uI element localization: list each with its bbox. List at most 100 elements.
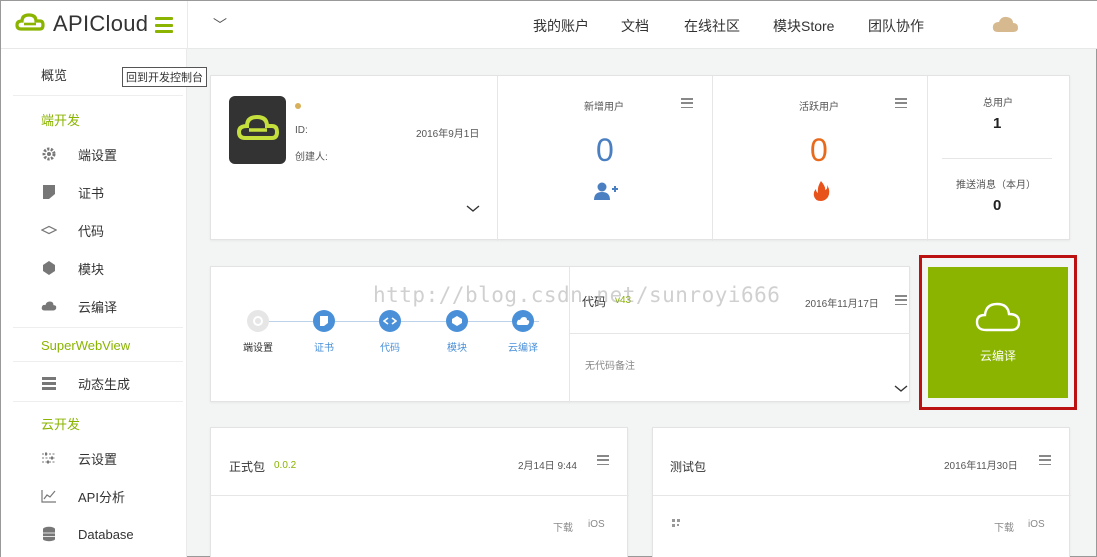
database-icon <box>41 526 57 542</box>
step-module-icon[interactable] <box>446 310 468 332</box>
nav-community[interactable]: 在线社区 <box>684 16 740 36</box>
step-label: 代码 <box>380 343 400 354</box>
test-package-card: 测试包 2016年11月30日 下载 iOS <box>652 427 1071 557</box>
top-bar: APICloud ﹀ 我的账户 文档 在线社区 模块Store 团队协作 <box>1 1 1097 49</box>
step-code-icon[interactable] <box>379 310 401 332</box>
qrcode-icon[interactable] <box>672 519 680 527</box>
sidebar-item-code[interactable]: 代码 <box>1 211 187 249</box>
divider <box>13 95 183 96</box>
user-avatar-icon[interactable] <box>991 14 1019 34</box>
gear-icon <box>41 146 57 162</box>
app-switcher-chevron-down-icon[interactable]: ﹀ <box>213 15 227 35</box>
fire-icon <box>813 181 830 201</box>
chevron-down-icon[interactable] <box>466 205 480 213</box>
divider <box>653 495 1071 496</box>
menu-icon[interactable] <box>895 295 907 305</box>
sidebar-item-api-analytics[interactable]: API分析 <box>1 477 187 515</box>
cloud-icon <box>975 302 1021 332</box>
sidebar-item-dynamic-gen[interactable]: 动态生成 <box>1 364 187 402</box>
divider <box>569 267 570 403</box>
menu-icon[interactable] <box>597 455 609 465</box>
divider <box>497 76 498 241</box>
sidebar-item-label: 动态生成 <box>78 376 131 392</box>
code-version: v43 <box>615 295 632 306</box>
sidebar-item-database[interactable]: Database <box>1 515 187 553</box>
test-download-link[interactable]: 下载 <box>994 519 1014 534</box>
step-label: 模块 <box>447 343 467 354</box>
tooltip-back-to-console: 回到开发控制台 <box>122 67 207 87</box>
release-platform: iOS <box>588 519 605 530</box>
sidebar-item-label: 概览 <box>41 67 68 83</box>
divider <box>570 333 910 334</box>
menu-icon[interactable] <box>895 98 907 108</box>
sidebar-item-app-settings[interactable]: 端设置 <box>1 135 187 173</box>
new-users-value: 0 <box>596 132 614 168</box>
apicloud-logo-icon <box>15 13 45 31</box>
app-overview-card: ID: 2016年9月1日 创建人: 新增用户 0 活跃用户 0 总用户 1 推… <box>210 75 1070 241</box>
step-label: 证书 <box>314 343 334 354</box>
code-title: 代码 <box>582 295 607 309</box>
certificate-icon <box>41 184 57 200</box>
new-users-label: 新增用户 <box>584 102 624 113</box>
total-users-label: 总用户 <box>983 98 1013 109</box>
test-platform: iOS <box>1028 519 1045 530</box>
add-user-icon <box>594 182 618 200</box>
sidebar-item-label: API分析 <box>78 489 125 505</box>
chevron-down-icon[interactable] <box>894 385 908 393</box>
sidebar-item-label: 证书 <box>78 185 105 201</box>
push-messages-label: 推送消息（本月） <box>956 180 1036 191</box>
step-label: 端设置 <box>243 343 273 354</box>
divider <box>211 495 629 496</box>
release-pkg-version: 0.0.2 <box>274 460 297 471</box>
cloud-icon <box>41 298 57 314</box>
sliders-icon <box>41 450 57 466</box>
app-icon <box>229 96 286 164</box>
test-pkg-date: 2016年11月30日 <box>944 461 1018 472</box>
nav-module-store[interactable]: 模块Store <box>773 16 834 36</box>
release-package-card: 正式包 0.0.2 2月14日 9:44 下载 iOS <box>210 427 629 557</box>
chart-icon <box>41 488 57 504</box>
menu-toggle-icon[interactable] <box>155 17 173 33</box>
sidebar-item-label: 端设置 <box>78 147 118 163</box>
divider <box>942 158 1052 159</box>
total-users-value: 1 <box>993 115 1002 132</box>
menu-icon[interactable] <box>1039 455 1051 465</box>
nav-my-account[interactable]: 我的账户 <box>533 16 589 36</box>
status-dot <box>295 103 301 109</box>
divider <box>13 361 183 362</box>
nav-docs[interactable]: 文档 <box>621 16 649 36</box>
divider <box>187 1 188 49</box>
divider <box>927 76 928 241</box>
section-title-dev: 端开发 <box>41 113 81 128</box>
sidebar-item-certificate[interactable]: 证书 <box>1 173 187 211</box>
active-users-label: 活跃用户 <box>799 102 839 113</box>
cloud-compile-label: 云编译 <box>979 349 1016 363</box>
push-messages-value: 0 <box>993 197 1002 214</box>
sidebar-item-cloud-settings[interactable]: 云设置 <box>1 439 187 477</box>
nav-team[interactable]: 团队协作 <box>868 16 924 36</box>
menu-icon[interactable] <box>681 98 693 108</box>
app-creator-label: 创建人: <box>295 152 328 163</box>
step-certificate-icon[interactable] <box>313 310 335 332</box>
sidebar-item-label: 代码 <box>78 223 105 239</box>
build-progress-card: 端设置 证书 代码 模块 云编译 代码 v43 2016年11月17日 无代码备… <box>210 266 910 403</box>
cloud-compile-button[interactable]: 云编译 <box>928 267 1068 398</box>
code-icon <box>41 222 57 238</box>
section-title-superwebview: SuperWebView <box>41 338 131 353</box>
code-note: 无代码备注 <box>585 361 635 372</box>
module-icon <box>41 260 57 276</box>
sidebar: 概览 端开发 端设置 证书 代码 模块 云编译 SuperWebView 动态生… <box>1 49 187 557</box>
brand-logo[interactable]: APICloud <box>15 11 148 37</box>
release-pkg-title: 正式包 <box>229 460 266 474</box>
release-download-link[interactable]: 下载 <box>553 519 573 534</box>
sidebar-item-module[interactable]: 模块 <box>1 249 187 287</box>
divider <box>13 401 183 402</box>
step-app-settings-icon[interactable] <box>247 310 269 332</box>
step-label: 云编译 <box>508 343 538 354</box>
sidebar-item-cloud-compile[interactable]: 云编译 <box>1 287 187 325</box>
sidebar-item-label: 模块 <box>78 261 105 277</box>
sidebar-item-label: 云设置 <box>78 451 118 467</box>
step-cloud-compile-icon[interactable] <box>512 310 534 332</box>
code-date: 2016年11月17日 <box>805 299 879 310</box>
layers-icon <box>41 375 57 391</box>
